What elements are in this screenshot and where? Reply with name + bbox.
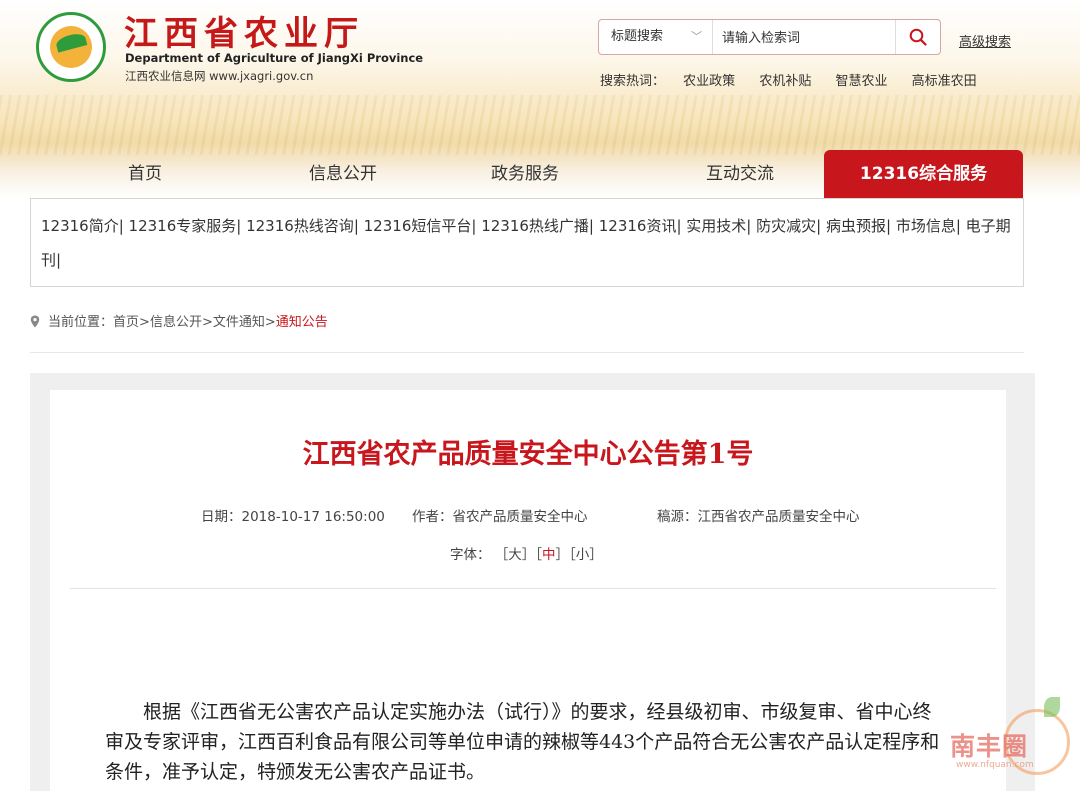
subnav-item[interactable]: 12316简介 bbox=[41, 217, 119, 235]
font-size-large[interactable]: 大 bbox=[508, 547, 522, 563]
sub-nav-items: 12316简介| 12316专家服务| 12316热线咨询| 12316短信平台… bbox=[41, 217, 1011, 269]
breadcrumb: 当前位置：首页>信息公开>文件通知>通知公告 bbox=[30, 311, 328, 330]
search-button[interactable] bbox=[895, 20, 940, 54]
header-field-background bbox=[0, 95, 1080, 155]
breadcrumb-link[interactable]: 首页 bbox=[113, 315, 139, 330]
watermark-url: www.nfquan.com bbox=[956, 760, 1034, 770]
nav-item-interaction[interactable]: 互动交流 bbox=[680, 150, 800, 198]
nav-item-12316[interactable]: 12316综合服务 bbox=[824, 150, 1023, 198]
article-date: 日期：2018-10-17 16:50:00 bbox=[201, 509, 385, 525]
advanced-search-link[interactable]: 高级搜索 bbox=[959, 31, 1011, 50]
search-type-select[interactable]: 标题搜索 ﹀ bbox=[599, 20, 713, 54]
site-url-line: 江西农业信息网 www.jxagri.gov.cn bbox=[125, 69, 314, 83]
nav-item-info-open[interactable]: 信息公开 bbox=[283, 150, 403, 198]
search-box: 标题搜索 ﹀ bbox=[598, 19, 941, 56]
font-size-small[interactable]: 小 bbox=[576, 547, 590, 563]
site-title: 江西省农业厅 bbox=[124, 14, 364, 54]
site-title-en: Department of Agriculture of JiangXi Pro… bbox=[125, 51, 424, 65]
font-size-medium[interactable]: 中 bbox=[542, 547, 556, 563]
hot-word-link[interactable]: 高标准农田 bbox=[912, 74, 977, 89]
sub-nav: 12316简介| 12316专家服务| 12316热线咨询| 12316短信平台… bbox=[30, 198, 1024, 287]
subnav-item[interactable]: 12316短信平台 bbox=[364, 217, 472, 235]
hot-word-link[interactable]: 农业政策 bbox=[683, 74, 735, 89]
search-type-label: 标题搜索 bbox=[611, 29, 664, 44]
hot-word-link[interactable]: 农机补贴 bbox=[759, 74, 811, 89]
subnav-item[interactable]: 12316专家服务 bbox=[129, 217, 237, 235]
subnav-item[interactable]: 12316资讯 bbox=[599, 217, 677, 235]
hot-word-link[interactable]: 智慧农业 bbox=[835, 74, 887, 89]
article-title: 江西省农产品质量安全中心公告第1号 bbox=[302, 439, 754, 470]
article-author: 作者：省农产品质量安全中心 bbox=[412, 509, 588, 525]
nav-item-home[interactable]: 首页 bbox=[85, 150, 205, 198]
font-size-label: 字体： bbox=[450, 547, 491, 563]
breadcrumb-label: 当前位置： bbox=[48, 315, 114, 330]
subnav-item[interactable]: 市场信息 bbox=[896, 217, 956, 235]
subnav-item[interactable]: 实用技术 bbox=[686, 217, 746, 235]
location-pin-icon bbox=[30, 315, 40, 328]
main-nav: 首页 信息公开 政务服务 互动交流 12316综合服务 bbox=[0, 150, 1080, 198]
hot-words: 搜索热词： 农业政策 农机补贴 智慧农业 高标准农田 bbox=[600, 70, 997, 89]
watermark-text: 南丰圈 bbox=[950, 732, 1029, 761]
article-source: 稿源：江西省农产品质量安全中心 bbox=[657, 509, 860, 525]
divider bbox=[70, 588, 996, 589]
breadcrumb-current[interactable]: 通知公告 bbox=[276, 315, 328, 330]
watermark: 南丰圈 www.nfquan.com bbox=[948, 697, 1078, 787]
article-body: 根据《江西省无公害农产品认定实施办法（试行）》的要求，经县级初审、市级复审、省中… bbox=[105, 701, 940, 783]
leaf-icon bbox=[1044, 697, 1060, 717]
search-icon bbox=[909, 28, 927, 46]
breadcrumb-link[interactable]: 信息公开 bbox=[150, 315, 202, 330]
subnav-item[interactable]: 防灾减灾 bbox=[756, 217, 816, 235]
search-input[interactable] bbox=[714, 20, 904, 56]
subnav-item[interactable]: 病虫预报 bbox=[826, 217, 886, 235]
nav-item-gov-service[interactable]: 政务服务 bbox=[465, 150, 585, 198]
article-panel: 江西省农产品质量安全中心公告第1号 日期：2018-10-17 16:50:00… bbox=[50, 390, 1006, 791]
divider bbox=[30, 352, 1024, 353]
font-size-switcher: 字体： ［大］［中］［小］ bbox=[450, 547, 603, 563]
subnav-item[interactable]: 12316热线广播 bbox=[481, 217, 589, 235]
chevron-down-icon: ﹀ bbox=[691, 30, 702, 43]
subnav-item[interactable]: 12316热线咨询 bbox=[246, 217, 354, 235]
hot-words-label: 搜索热词： bbox=[600, 74, 666, 89]
breadcrumb-link[interactable]: 文件通知 bbox=[213, 315, 265, 330]
agriculture-logo-icon[interactable] bbox=[36, 12, 106, 82]
